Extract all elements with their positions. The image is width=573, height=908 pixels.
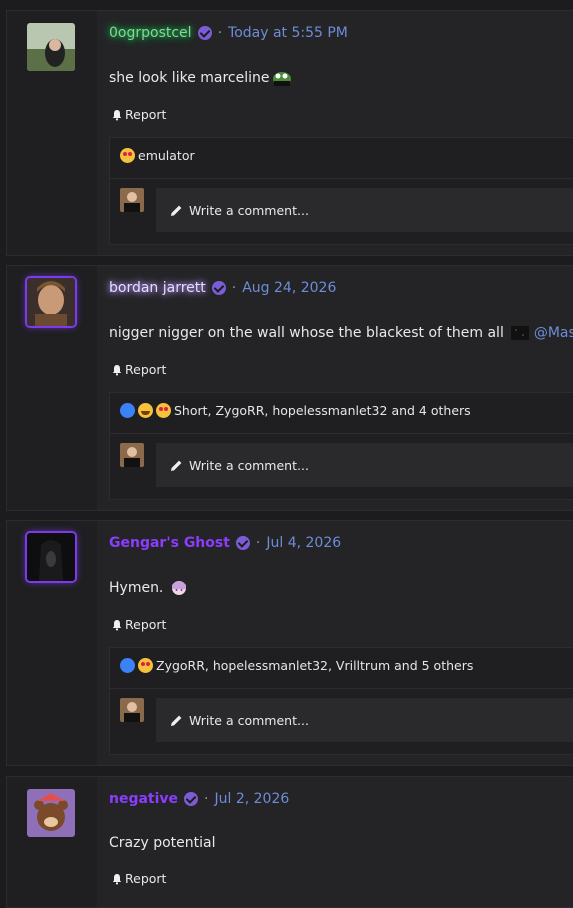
post-text: Crazy potential [109,835,216,851]
post-text: nigger nigger on the wall whose the blac… [109,325,504,341]
post: bordan jarrett · Aug 24, 2026 nigger nig… [6,265,573,511]
post: 0ogrpostcel · Today at 5:55 PM she look … [6,10,573,256]
commenter-avatar [120,698,144,722]
comment-input[interactable]: Write a comment... [156,698,573,742]
avatar[interactable] [27,533,75,581]
report-button[interactable]: Report [111,107,166,122]
comment-placeholder: Write a comment... [189,202,309,218]
pencil-icon [171,205,182,216]
verified-badge-icon [197,26,212,40]
separator-dot: · [204,791,209,807]
dark-emoji-icon [510,326,529,340]
username[interactable]: negative [109,791,178,807]
post-text: Hymen. [109,580,164,596]
username[interactable]: bordan jarrett [109,280,206,296]
love-eyes-reaction-icon [156,403,171,418]
comment-row: Write a comment... [110,178,573,244]
post-body: she look like marceline [109,69,292,87]
avatar[interactable] [27,278,75,326]
pencil-icon [171,460,182,471]
post: Gengar's Ghost · Jul 4, 2026 Hymen. Repo… [6,520,573,766]
username[interactable]: 0ogrpostcel [109,25,192,41]
post-byline: bordan jarrett · Aug 24, 2026 [109,280,336,296]
verified-badge-icon [184,792,199,806]
separator-dot: · [231,280,237,296]
user-mention[interactable]: @Master [534,325,573,341]
report-button[interactable]: Report [111,617,166,632]
comment-row: Write a comment... [110,688,573,754]
bell-icon [112,619,122,630]
reaction-comment-box: ZygoRR, hopelessmanlet32, Vrilltrum and … [109,647,573,755]
avatar[interactable] [27,23,75,71]
comment-input[interactable]: Write a comment... [156,443,573,487]
commenter-avatar [120,188,144,212]
reaction-summary[interactable]: ZygoRR, hopelessmanlet32, Vrilltrum and … [120,658,473,673]
like-reaction-icon [120,403,135,418]
report-button[interactable]: Report [111,871,166,886]
comment-row: Write a comment... [110,433,573,499]
reaction-comment-box: Short, ZygoRR, hopelessmanlet32 and 4 ot… [109,392,573,500]
commenter-avatar [120,443,144,467]
separator-dot: · [217,25,223,41]
report-label: Report [125,871,167,886]
reaction-comment-box: emulator Write a comment... [109,137,573,245]
post-byline: 0ogrpostcel · Today at 5:55 PM [109,25,348,41]
post-byline: negative · Jul 2, 2026 [109,791,289,807]
comment-placeholder: Write a comment... [189,712,309,728]
verified-badge-icon [211,281,226,295]
post-date[interactable]: Jul 2, 2026 [215,791,290,807]
post-date[interactable]: Today at 5:55 PM [228,25,348,41]
reaction-users: emulator [138,148,195,163]
reaction-users: ZygoRR, hopelessmanlet32, Vrilltrum and … [156,658,474,673]
post-body: nigger nigger on the wall whose the blac… [109,324,573,342]
report-label: Report [125,617,167,632]
post-body: Crazy potential [109,835,215,851]
post-byline: Gengar's Ghost · Jul 4, 2026 [109,535,341,551]
post-date[interactable]: Aug 24, 2026 [242,280,336,296]
report-label: Report [125,362,167,377]
comment-input[interactable]: Write a comment... [156,188,573,232]
post-text: she look like marceline [109,70,270,86]
username[interactable]: Gengar's Ghost [109,535,230,551]
bell-icon [112,364,122,375]
bell-icon [112,873,122,884]
comment-placeholder: Write a comment... [189,457,309,473]
verified-badge-icon [235,536,250,550]
pepe-emoji-icon [272,72,291,86]
reaction-summary[interactable]: emulator [120,148,195,163]
pencil-icon [171,715,182,726]
love-eyes-reaction-icon [120,148,135,163]
post-body: Hymen. [109,579,189,597]
like-reaction-icon [120,658,135,673]
separator-dot: · [255,535,261,551]
report-label: Report [125,107,167,122]
avatar[interactable] [27,789,75,837]
reaction-users: Short, ZygoRR, hopelessmanlet32 and 4 ot… [174,403,471,418]
report-button[interactable]: Report [111,362,166,377]
laugh-reaction-icon [138,403,153,418]
love-eyes-reaction-icon [138,658,153,673]
post-date[interactable]: Jul 4, 2026 [266,535,341,551]
anime-girl-emoji-icon [172,581,187,595]
post: negative · Jul 2, 2026 Crazy potential R… [6,776,573,908]
bell-icon [112,109,122,120]
reaction-summary[interactable]: Short, ZygoRR, hopelessmanlet32 and 4 ot… [120,403,471,418]
